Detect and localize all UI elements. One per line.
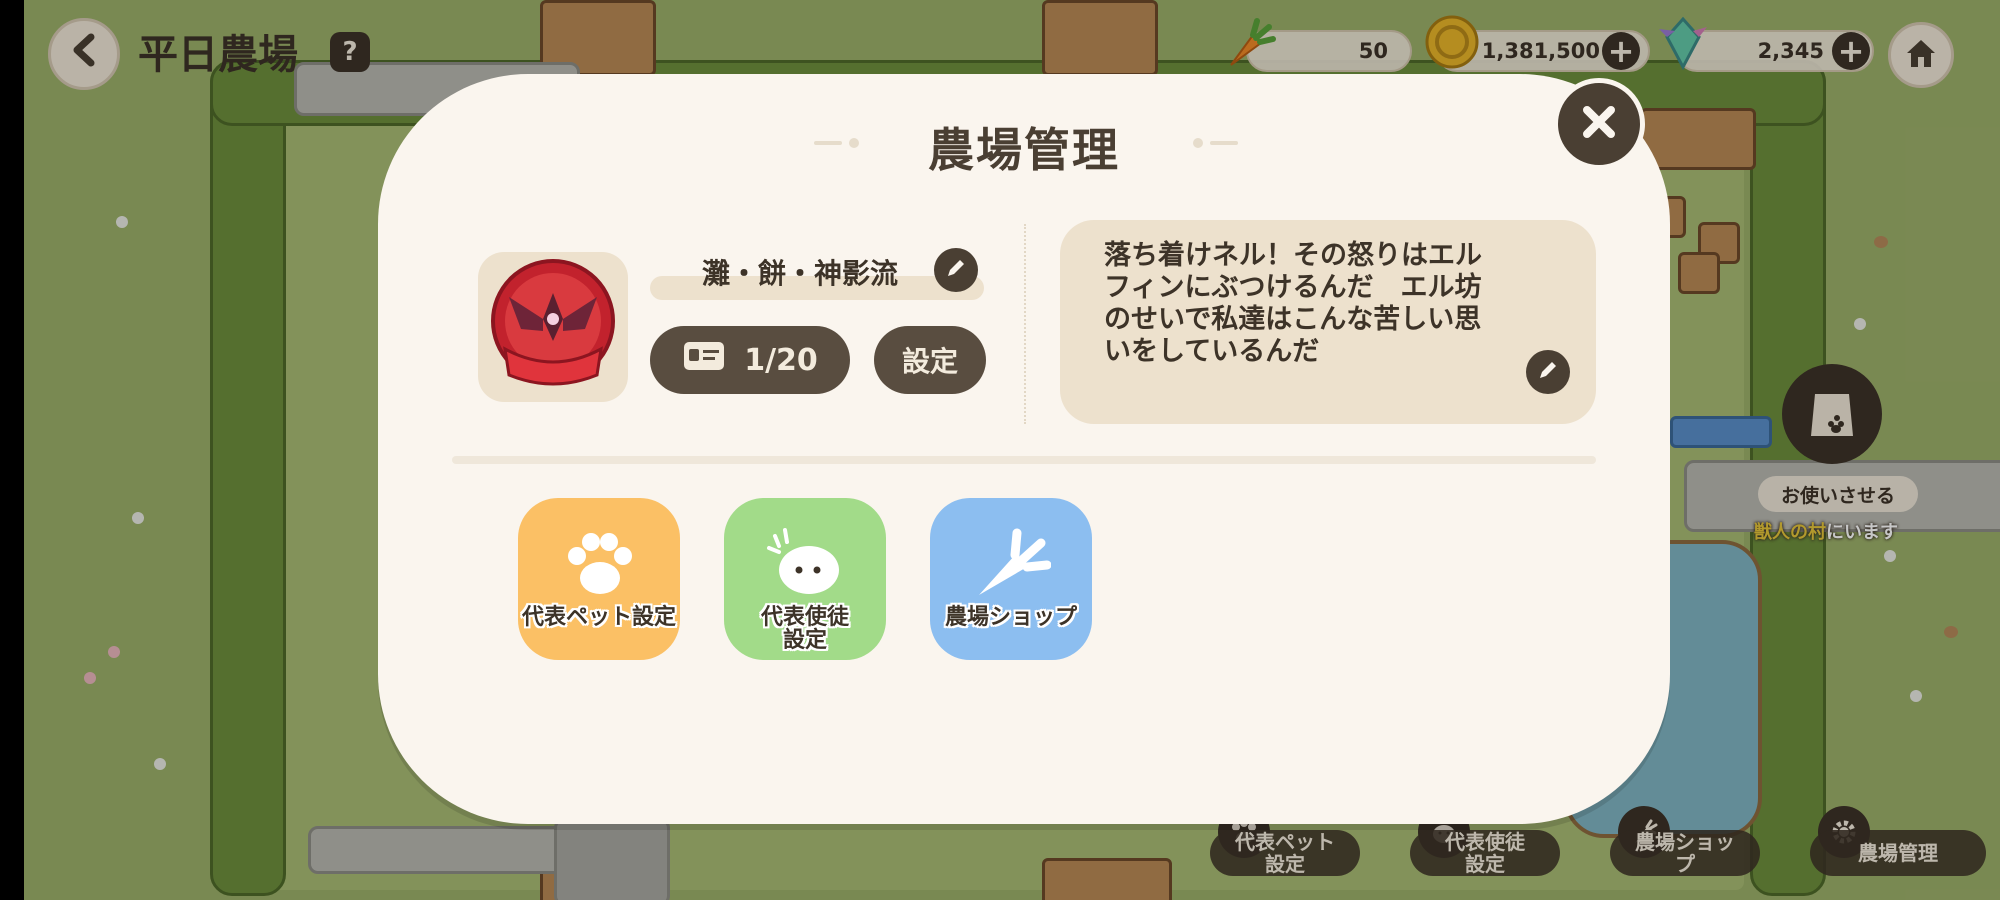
apostle-setting-label: 代表使徒 設定 bbox=[760, 605, 849, 653]
close-button[interactable] bbox=[1553, 78, 1645, 170]
farm-shop-button[interactable]: 農場ショップ bbox=[930, 498, 1092, 660]
modal-title: 農場管理 bbox=[928, 123, 1120, 177]
close-icon bbox=[1579, 102, 1619, 146]
apostle-setting-button[interactable]: 代表使徒 設定 bbox=[724, 498, 886, 660]
red-emblem-icon bbox=[485, 257, 621, 397]
farm-shop-label: 農場ショップ bbox=[944, 605, 1077, 630]
pencil-icon bbox=[1536, 358, 1560, 386]
pet-setting-label: 代表ペット設定 bbox=[521, 605, 676, 630]
pet-setting-button[interactable]: 代表ペット設定 bbox=[518, 498, 680, 660]
settings-button[interactable]: 設定 bbox=[874, 326, 986, 394]
edit-motto-button[interactable] bbox=[1526, 350, 1570, 394]
paw-icon bbox=[563, 526, 635, 600]
pencil-icon bbox=[944, 256, 968, 284]
farm-motto-box: 落ち着けネル！その怒りはエル フィンにぶつけるんだ エル坊 のせいで私達はこんな… bbox=[1060, 220, 1596, 424]
title-decoration-right bbox=[1193, 138, 1238, 148]
pet-face-icon bbox=[765, 526, 845, 600]
farm-name-text: 灘・餅・神影流 bbox=[701, 257, 898, 290]
member-count-button[interactable]: 1/20 bbox=[650, 326, 850, 394]
member-count: 1/20 bbox=[744, 342, 818, 378]
edit-name-button[interactable] bbox=[934, 248, 978, 292]
vertical-divider bbox=[1024, 224, 1026, 424]
carrot-icon bbox=[971, 526, 1051, 600]
farm-management-modal: 農場管理 灘・餅・神影流 1/20 設定 落ち着けネル！その怒りはエル フィンに… bbox=[378, 74, 1670, 824]
farm-motto-text: 落ち着けネル！その怒りはエル フィンにぶつけるんだ エル坊 のせいで私達はこんな… bbox=[1104, 240, 1482, 367]
id-card-icon bbox=[682, 340, 726, 380]
horizontal-divider bbox=[452, 456, 1596, 464]
farm-emblem[interactable] bbox=[478, 252, 628, 402]
